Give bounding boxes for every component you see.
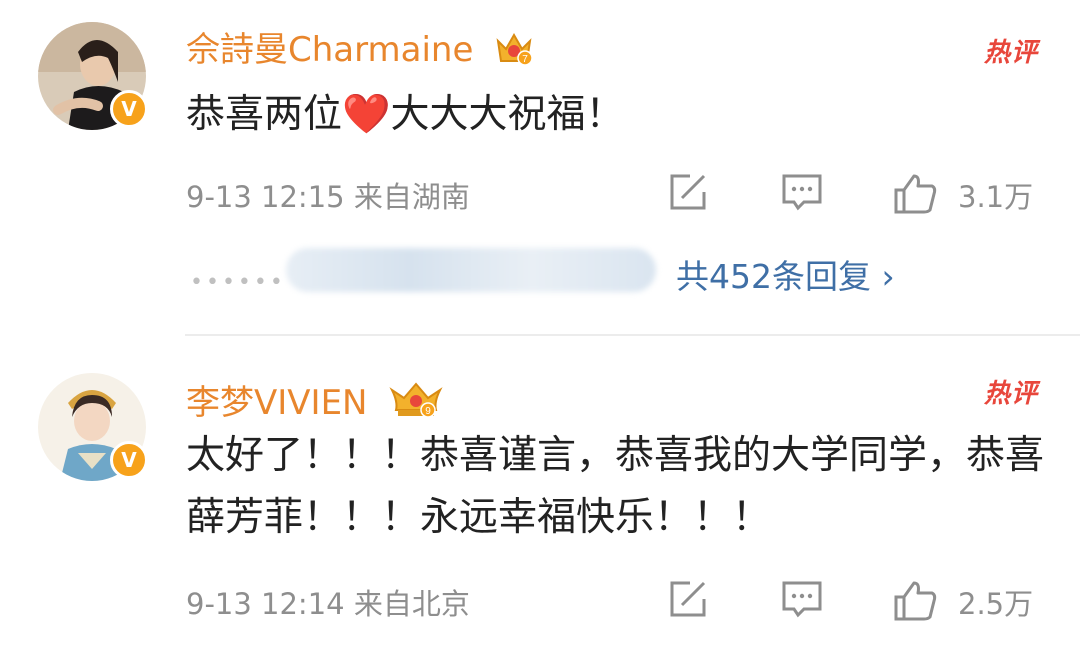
blurred-reply-users <box>286 248 656 292</box>
comment-icon <box>782 174 822 211</box>
comment-time: 9-13 12:14 <box>186 587 345 621</box>
crown-badge-icon: 9 <box>388 380 444 429</box>
crown-level: 7 <box>522 54 528 65</box>
username[interactable]: 李梦VIVIEN 9 <box>186 375 444 429</box>
comment-item: V 佘詩曼Charmaine 7 热评 恭喜两位❤️大大大祝福！ 9-13 12… <box>0 0 1080 335</box>
share-button[interactable] <box>666 579 710 623</box>
comment-text: 恭喜两位❤️大大大祝福！ <box>186 92 625 137</box>
like-button[interactable] <box>892 579 940 627</box>
username[interactable]: 佘詩曼Charmaine 7 <box>186 22 534 76</box>
comment-button[interactable] <box>780 172 824 216</box>
reply-preview[interactable]: •••••• 共452条回复 › <box>186 236 1046 308</box>
chevron-right-icon: › <box>881 257 895 296</box>
share-icon <box>670 174 706 210</box>
reply-dots: •••••• <box>190 270 286 295</box>
username-text[interactable]: 佘詩曼Charmaine <box>186 30 473 70</box>
comment-meta: 9-13 12:15 来自湖南 <box>186 174 470 216</box>
like-count: 3.1万 <box>958 180 1034 214</box>
comment-icon <box>782 581 822 618</box>
comment-meta: 9-13 12:14 来自北京 <box>186 581 470 623</box>
like-icon <box>894 174 937 214</box>
comment-location: 来自湖南 <box>353 180 470 214</box>
comment-item: V 李梦VIVIEN 9 热评 太好了！！！恭喜谨言，恭喜我的大学同学，恭喜薛芳… <box>0 335 1080 651</box>
like-button[interactable] <box>892 172 940 220</box>
like-icon <box>894 581 937 621</box>
verified-badge-icon: V <box>110 441 148 479</box>
comment-button[interactable] <box>780 579 824 623</box>
comment-location: 来自北京 <box>353 587 470 621</box>
share-icon <box>670 581 706 617</box>
verified-badge-icon: V <box>110 90 148 128</box>
share-button[interactable] <box>666 172 710 216</box>
reply-count-text[interactable]: 共452条回复 <box>676 257 871 296</box>
crown-level: 9 <box>426 406 432 417</box>
comment-time: 9-13 12:15 <box>186 180 345 214</box>
username-text[interactable]: 李梦VIVIEN <box>186 383 368 423</box>
like-count: 2.5万 <box>958 587 1034 621</box>
avatar[interactable]: V <box>38 22 148 130</box>
hot-comment-badge: 热评 <box>983 38 1038 68</box>
avatar[interactable]: V <box>38 373 148 481</box>
crown-badge-icon: 7 <box>494 27 534 76</box>
hot-comment-badge: 热评 <box>983 379 1038 409</box>
comment-text: 太好了！！！恭喜谨言，恭喜我的大学同学，恭喜薛芳菲！！！永远幸福快乐！！！ <box>186 433 1045 540</box>
reply-count-link[interactable]: 共452条回复 › <box>676 250 895 298</box>
